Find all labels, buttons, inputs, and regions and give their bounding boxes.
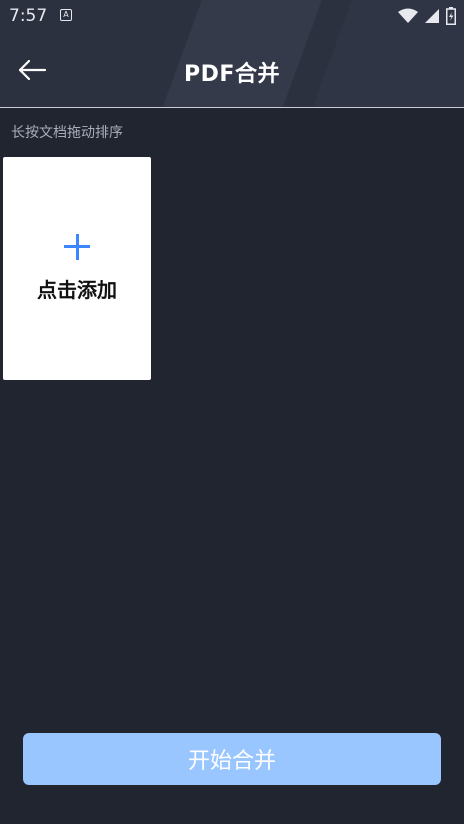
system-icons [398, 7, 456, 25]
sort-hint: 长按文档拖动排序 [11, 125, 123, 141]
battery-icon [446, 7, 456, 25]
add-document-card[interactable]: 点击添加 [3, 157, 151, 380]
plus-icon [64, 234, 90, 260]
status-time: 7:57 [9, 6, 48, 26]
header-divider [0, 107, 464, 108]
add-document-label: 点击添加 [37, 278, 117, 302]
notification-icon: A [60, 9, 72, 21]
start-merge-button[interactable]: 开始合并 [23, 733, 441, 785]
signal-icon [425, 9, 439, 23]
wifi-icon [398, 8, 418, 23]
page-title: PDF合并 [184, 62, 280, 87]
status-bar: 7:57 A [0, 0, 464, 32]
app-header: 7:57 A PDF合并 [0, 0, 464, 108]
